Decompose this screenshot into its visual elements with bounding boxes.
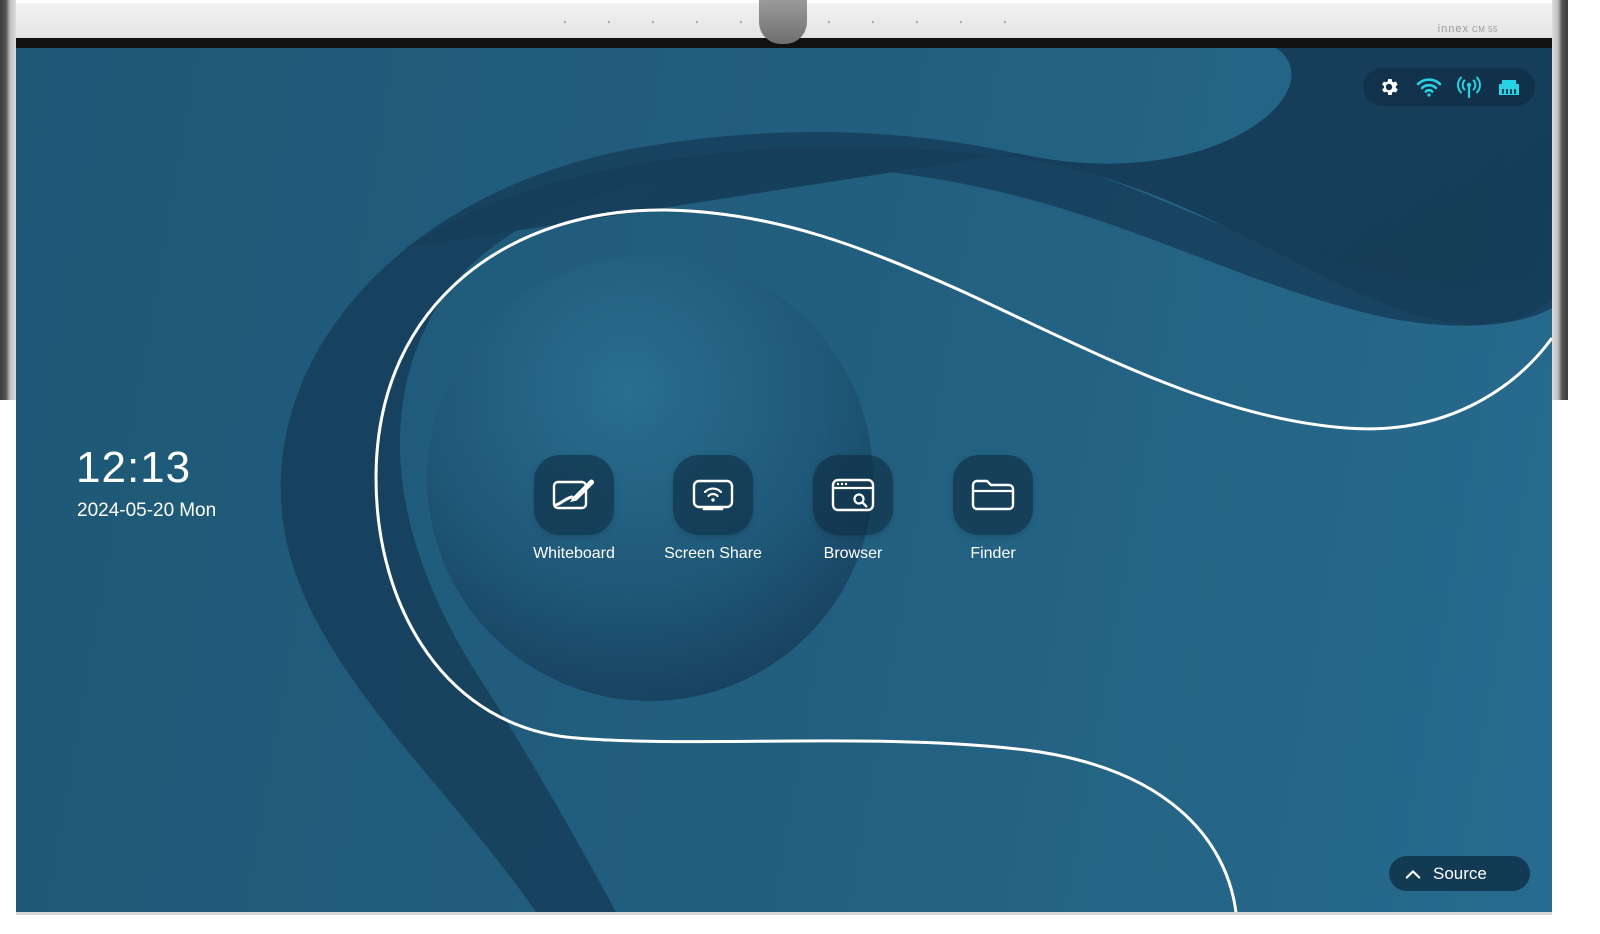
clock-date-line: 2024-05-20 Mon [77, 500, 216, 522]
speaker-dot [608, 21, 610, 23]
hotspot-icon[interactable] [1456, 74, 1482, 100]
app-label: Whiteboard [533, 545, 615, 562]
screen-share-icon [692, 479, 734, 511]
device-bottom-edge [16, 912, 1552, 915]
home-screen: 12:13 2024-05-20Mon Whiteboard Screen S [16, 48, 1552, 912]
chevron-up-icon [1405, 866, 1421, 882]
speaker-dot [652, 21, 654, 23]
gear-icon[interactable] [1376, 74, 1402, 100]
clock-time: 12:13 [76, 443, 192, 492]
clock-weekday: Mon [179, 500, 217, 521]
app-label: Browser [823, 545, 883, 562]
clock-date: 2024-05-20 [77, 500, 175, 521]
device-bezel-left [0, 0, 16, 400]
app-tile[interactable] [534, 455, 614, 535]
source-label: Source [1433, 863, 1487, 883]
app-tile[interactable] [813, 455, 893, 535]
camera-module: innex [759, 0, 807, 44]
brand-model: CM 55 [1471, 25, 1498, 34]
ethernet-icon[interactable] [1496, 74, 1522, 100]
speaker-dot [740, 21, 742, 23]
source-button[interactable]: Source [1389, 856, 1530, 891]
wallpaper [280, 48, 1552, 912]
app-screen-share[interactable]: Screen Share [658, 455, 768, 585]
browser-icon [831, 478, 875, 512]
speaker-dot [828, 21, 830, 23]
brand-name: innex [1437, 23, 1469, 35]
speaker-dot [1004, 21, 1006, 23]
device-brand: innex CM 55 [1438, 23, 1498, 35]
app-browser[interactable]: Browser [798, 455, 908, 585]
app-label: Finder [970, 545, 1016, 562]
wifi-icon[interactable] [1416, 74, 1442, 100]
speaker-dot [960, 21, 962, 23]
folder-icon [971, 479, 1015, 511]
app-finder[interactable]: Finder [938, 455, 1048, 585]
speaker-dot [872, 21, 874, 23]
camera-logo: innex [774, 14, 792, 21]
device-bezel-right [1552, 0, 1568, 400]
app-tile[interactable] [673, 455, 753, 535]
speaker-dot [564, 21, 566, 23]
app-whiteboard[interactable]: Whiteboard [519, 455, 629, 585]
whiteboard-icon [552, 479, 595, 510]
speaker-dot [916, 21, 918, 23]
status-bar [1363, 68, 1535, 106]
app-tile[interactable] [953, 455, 1033, 535]
app-label: Screen Share [664, 545, 762, 562]
speaker-dot [696, 21, 698, 23]
